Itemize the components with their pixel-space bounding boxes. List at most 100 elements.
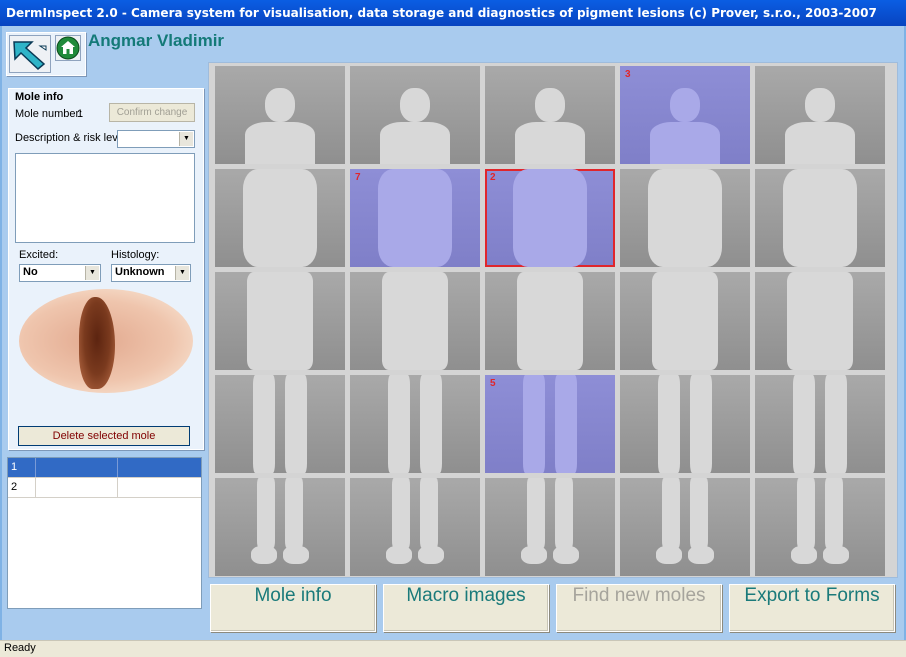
body-view-torso-back[interactable]: 2 <box>485 169 615 267</box>
chevron-down-icon: ▼ <box>179 132 193 146</box>
body-view-legs-front-apart[interactable] <box>755 375 885 473</box>
body-view-torso-front-arms-up[interactable] <box>755 169 885 267</box>
body-view-torso-side-right[interactable]: 7 <box>350 169 480 267</box>
risk-level-select[interactable]: ▼ <box>117 130 195 148</box>
body-view-feet-side-left[interactable] <box>620 478 750 576</box>
mole-col2 <box>36 478 118 497</box>
chevron-down-icon: ▼ <box>85 266 99 280</box>
mole-info-button[interactable]: Mole info <box>210 584 376 632</box>
body-view-head-side-left[interactable]: 3 <box>620 66 750 164</box>
body-silhouette <box>785 122 855 164</box>
body-view-feet-front[interactable] <box>215 478 345 576</box>
body-silhouette <box>690 478 708 548</box>
excited-value: No <box>23 266 38 278</box>
find-new-moles-button[interactable]: Find new moles <box>556 584 722 632</box>
body-silhouette <box>793 375 815 473</box>
home-icon <box>56 36 80 60</box>
body-silhouette <box>257 478 275 548</box>
mole-list-row[interactable]: 1 <box>8 458 201 478</box>
body-silhouette <box>265 88 295 122</box>
body-view-hips-side-right[interactable] <box>350 272 480 370</box>
body-silhouette <box>420 478 438 548</box>
back-button[interactable] <box>9 35 51 73</box>
body-view-head-back[interactable] <box>485 66 615 164</box>
body-silhouette <box>392 478 410 548</box>
body-silhouette <box>825 375 847 473</box>
body-silhouette <box>658 375 680 473</box>
mole-col3 <box>118 478 201 497</box>
body-silhouette <box>388 375 410 473</box>
body-silhouette <box>787 272 853 370</box>
body-view-torso-side-left[interactable] <box>620 169 750 267</box>
body-view-feet-side-right[interactable] <box>350 478 480 576</box>
body-map-grid: 3 7 2 5 <box>208 62 898 578</box>
export-to-forms-button[interactable]: Export to Forms <box>729 584 895 632</box>
mole-col2 <box>36 458 118 477</box>
body-silhouette <box>517 272 583 370</box>
body-view-hips-back[interactable] <box>485 272 615 370</box>
body-silhouette <box>243 169 317 267</box>
body-view-legs-front[interactable] <box>215 375 345 473</box>
window-title: DermInspect 2.0 - Camera system for visu… <box>6 6 877 20</box>
body-silhouette <box>823 546 849 564</box>
body-silhouette <box>515 122 585 164</box>
mole-list[interactable]: 1 2 <box>7 457 202 609</box>
mole-macro-image[interactable] <box>19 289 193 393</box>
body-silhouette <box>418 546 444 564</box>
body-view-legs-back[interactable]: 5 <box>485 375 615 473</box>
body-silhouette <box>386 546 412 564</box>
mole-id: 2 <box>8 478 36 497</box>
mole-count-badge: 3 <box>625 69 631 80</box>
body-silhouette <box>245 122 315 164</box>
body-silhouette <box>656 546 682 564</box>
title-bar: DermInspect 2.0 - Camera system for visu… <box>0 0 906 26</box>
body-silhouette <box>513 169 587 267</box>
body-view-torso-front[interactable] <box>215 169 345 267</box>
histology-label: Histology: <box>111 249 160 261</box>
body-silhouette <box>662 478 680 548</box>
body-view-head-side-right[interactable] <box>350 66 480 164</box>
body-view-hips-side-left[interactable] <box>620 272 750 370</box>
home-button[interactable] <box>55 35 81 61</box>
body-view-head-front-hands-behind[interactable] <box>215 66 345 164</box>
body-view-legs-side-right[interactable] <box>350 375 480 473</box>
confirm-change-button[interactable]: Confirm change <box>109 103 195 122</box>
delete-mole-button[interactable]: Delete selected mole <box>18 426 190 446</box>
body-silhouette <box>523 375 545 473</box>
body-silhouette <box>420 375 442 473</box>
body-silhouette <box>650 122 720 164</box>
body-silhouette <box>648 169 722 267</box>
mole-info-heading: Mole info <box>15 91 64 103</box>
excited-select[interactable]: No ▼ <box>19 264 101 282</box>
mole-count-badge: 2 <box>490 172 496 183</box>
body-silhouette <box>652 272 718 370</box>
description-textarea[interactable] <box>15 153 195 243</box>
mole-number-label: Mole number: <box>15 108 83 120</box>
body-view-feet-back[interactable] <box>485 478 615 576</box>
nav-toolbar <box>6 32 86 76</box>
mole-number-value: 1 <box>77 108 84 120</box>
patient-name: Angmar Vladimir <box>88 31 225 50</box>
mole-info-panel: Mole info Mole number: 1 Confirm change … <box>8 88 204 450</box>
body-silhouette <box>527 478 545 548</box>
body-view-feet-soles[interactable] <box>755 478 885 576</box>
mole-list-row[interactable]: 2 <box>8 478 201 498</box>
status-text: Ready <box>4 642 36 654</box>
body-view-head-top[interactable] <box>755 66 885 164</box>
body-silhouette <box>825 478 843 548</box>
body-silhouette <box>285 375 307 473</box>
body-view-legs-side-left[interactable] <box>620 375 750 473</box>
body-view-hips-front-legs-apart[interactable] <box>755 272 885 370</box>
body-silhouette <box>247 272 313 370</box>
body-view-hips-front[interactable] <box>215 272 345 370</box>
excited-label: Excited: <box>19 249 59 261</box>
macro-images-button[interactable]: Macro images <box>383 584 549 632</box>
body-silhouette <box>690 375 712 473</box>
mole-count-badge: 5 <box>490 378 496 389</box>
histology-select[interactable]: Unknown ▼ <box>111 264 191 282</box>
histology-value: Unknown <box>115 266 165 278</box>
body-silhouette <box>670 88 700 122</box>
body-silhouette <box>380 122 450 164</box>
mole-lesion <box>79 297 115 389</box>
body-silhouette <box>283 546 309 564</box>
